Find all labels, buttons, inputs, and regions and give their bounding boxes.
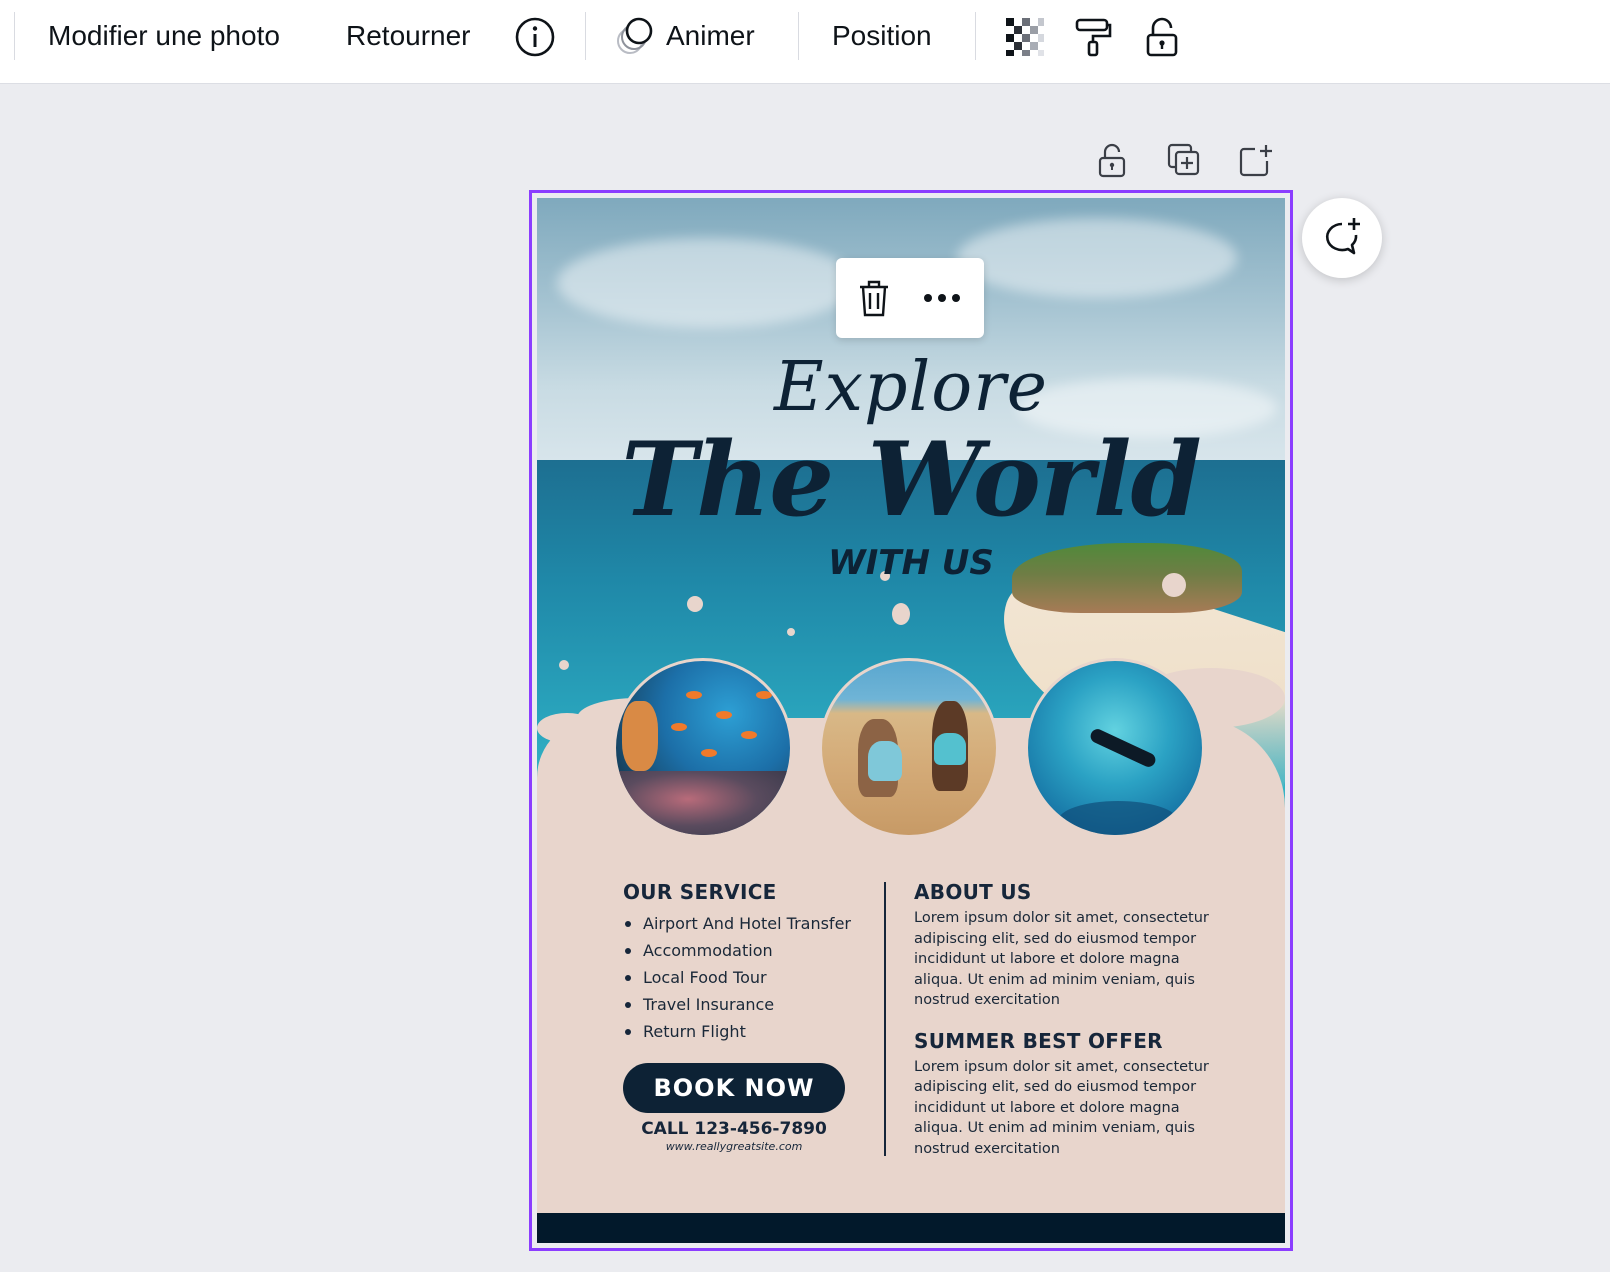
child-figure bbox=[868, 741, 902, 781]
flip-button[interactable]: Retourner bbox=[346, 0, 471, 72]
website-url[interactable]: www.reallygreatsite.com bbox=[607, 1140, 861, 1153]
position-button[interactable]: Position bbox=[832, 0, 932, 72]
about-section: ABOUT US Lorem ipsum dolor sit amet, con… bbox=[914, 880, 1214, 1177]
info-icon[interactable] bbox=[512, 14, 558, 60]
add-comment-button[interactable] bbox=[1302, 198, 1382, 278]
add-page-icon[interactable] bbox=[1238, 140, 1274, 180]
toolbar-divider bbox=[14, 12, 15, 60]
coral-reef bbox=[616, 771, 790, 835]
reef-photo[interactable] bbox=[613, 658, 793, 838]
service-section: OUR SERVICE Airport And Hotel Transfer A… bbox=[623, 880, 873, 1045]
transparency-icon[interactable] bbox=[1002, 14, 1048, 60]
toolbar-divider bbox=[975, 12, 976, 60]
offer-title[interactable]: SUMMER BEST OFFER bbox=[914, 1029, 1214, 1053]
fish-shape bbox=[716, 711, 732, 719]
splash-drop bbox=[687, 596, 703, 612]
service-item[interactable]: Accommodation bbox=[623, 937, 873, 964]
duplicate-page-icon[interactable] bbox=[1166, 140, 1202, 180]
footer-bar bbox=[537, 1213, 1285, 1243]
service-item[interactable]: Travel Insurance bbox=[623, 991, 873, 1018]
splash-drop bbox=[787, 628, 795, 636]
service-item[interactable]: Airport And Hotel Transfer bbox=[623, 910, 873, 937]
diver-photo[interactable] bbox=[1025, 658, 1205, 838]
flyer-title-world[interactable]: The World bbox=[537, 420, 1285, 540]
splash-drop bbox=[892, 603, 910, 625]
toolbar-divider bbox=[798, 12, 799, 60]
reef-shadow bbox=[1058, 801, 1178, 835]
phone-number[interactable]: CALL 123-456-7890 bbox=[607, 1119, 861, 1139]
splash-drop bbox=[559, 660, 569, 670]
element-context-menu bbox=[836, 258, 984, 338]
service-item[interactable]: Return Flight bbox=[623, 1018, 873, 1045]
toolbar-divider bbox=[585, 12, 586, 60]
column-divider bbox=[884, 882, 886, 1156]
top-toolbar: Modifier une photo Retourner Animer Posi… bbox=[0, 0, 1610, 84]
cloud bbox=[957, 218, 1237, 298]
lock-icon[interactable] bbox=[1139, 14, 1185, 60]
service-title[interactable]: OUR SERVICE bbox=[623, 880, 873, 904]
animate-button[interactable]: Animer bbox=[612, 0, 755, 72]
kids-beach-photo[interactable] bbox=[819, 658, 999, 838]
flyer-title-explore[interactable]: Explore bbox=[537, 348, 1285, 427]
more-icon[interactable] bbox=[920, 276, 964, 320]
paint-roller-icon[interactable] bbox=[1070, 14, 1116, 60]
offer-text[interactable]: Lorem ipsum dolor sit amet, consectetur … bbox=[914, 1057, 1214, 1160]
animate-label: Animer bbox=[666, 20, 755, 51]
service-item[interactable]: Local Food Tour bbox=[623, 964, 873, 991]
about-title[interactable]: ABOUT US bbox=[914, 880, 1214, 904]
add-comment-icon bbox=[1320, 216, 1364, 260]
fish-shape bbox=[756, 691, 772, 699]
fish-shape bbox=[686, 691, 702, 699]
flyer-title-with-us[interactable]: WITH US bbox=[537, 543, 1285, 583]
fish-shape bbox=[671, 723, 687, 731]
coral-reef bbox=[622, 701, 658, 771]
about-text[interactable]: Lorem ipsum dolor sit amet, consectetur … bbox=[914, 908, 1214, 1011]
cloud bbox=[557, 238, 857, 328]
trash-icon[interactable] bbox=[852, 276, 896, 320]
fish-shape bbox=[701, 749, 717, 757]
child-figure bbox=[934, 733, 966, 765]
edit-photo-button[interactable]: Modifier une photo bbox=[48, 0, 280, 72]
fish-shape bbox=[741, 731, 757, 739]
diver-figure bbox=[1088, 726, 1158, 770]
animate-icon bbox=[612, 13, 658, 59]
service-list: Airport And Hotel Transfer Accommodation… bbox=[623, 910, 873, 1045]
book-now-button[interactable]: BOOK NOW bbox=[623, 1063, 845, 1113]
lock-page-icon[interactable] bbox=[1094, 140, 1130, 180]
design-page[interactable]: Explore The World WITH US OUR SERVICE Ai… bbox=[537, 198, 1285, 1243]
splash-drop bbox=[537, 713, 597, 743]
